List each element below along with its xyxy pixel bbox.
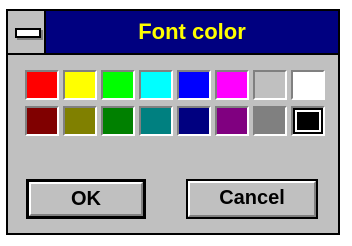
color-swatch-r1-c1[interactable] — [25, 70, 59, 100]
cancel-button-label: Cancel — [219, 187, 285, 209]
color-swatch-r1-c8[interactable] — [291, 70, 325, 100]
cancel-button[interactable]: Cancel — [186, 179, 318, 219]
color-swatch-r1-c4[interactable] — [139, 70, 173, 100]
color-swatch-r1-c3[interactable] — [101, 70, 135, 100]
color-swatch-r2-c6[interactable] — [215, 106, 249, 136]
color-swatch-r2-c5[interactable] — [177, 106, 211, 136]
title-bar[interactable]: Font color — [8, 11, 338, 55]
window-title: Font color — [138, 19, 246, 44]
font-color-dialog: Font color OK Cancel — [6, 9, 340, 235]
color-swatch-r1-c5[interactable] — [177, 70, 211, 100]
color-swatch-r1-c2[interactable] — [63, 70, 97, 100]
color-swatch-r1-c6[interactable] — [215, 70, 249, 100]
color-swatch-r2-c2[interactable] — [63, 106, 97, 136]
ok-button[interactable]: OK — [26, 179, 146, 219]
color-swatch-r2-c8[interactable] — [291, 106, 325, 136]
color-swatch-r2-c1[interactable] — [25, 106, 59, 136]
ok-button-label: OK — [71, 188, 101, 210]
color-swatch-r1-c7[interactable] — [253, 70, 287, 100]
system-menu-dash-icon — [15, 28, 41, 38]
color-swatch-r2-c4[interactable] — [139, 106, 173, 136]
system-menu-button[interactable] — [8, 11, 46, 53]
color-swatch-r2-c7[interactable] — [253, 106, 287, 136]
color-swatch-r2-c3[interactable] — [101, 106, 135, 136]
